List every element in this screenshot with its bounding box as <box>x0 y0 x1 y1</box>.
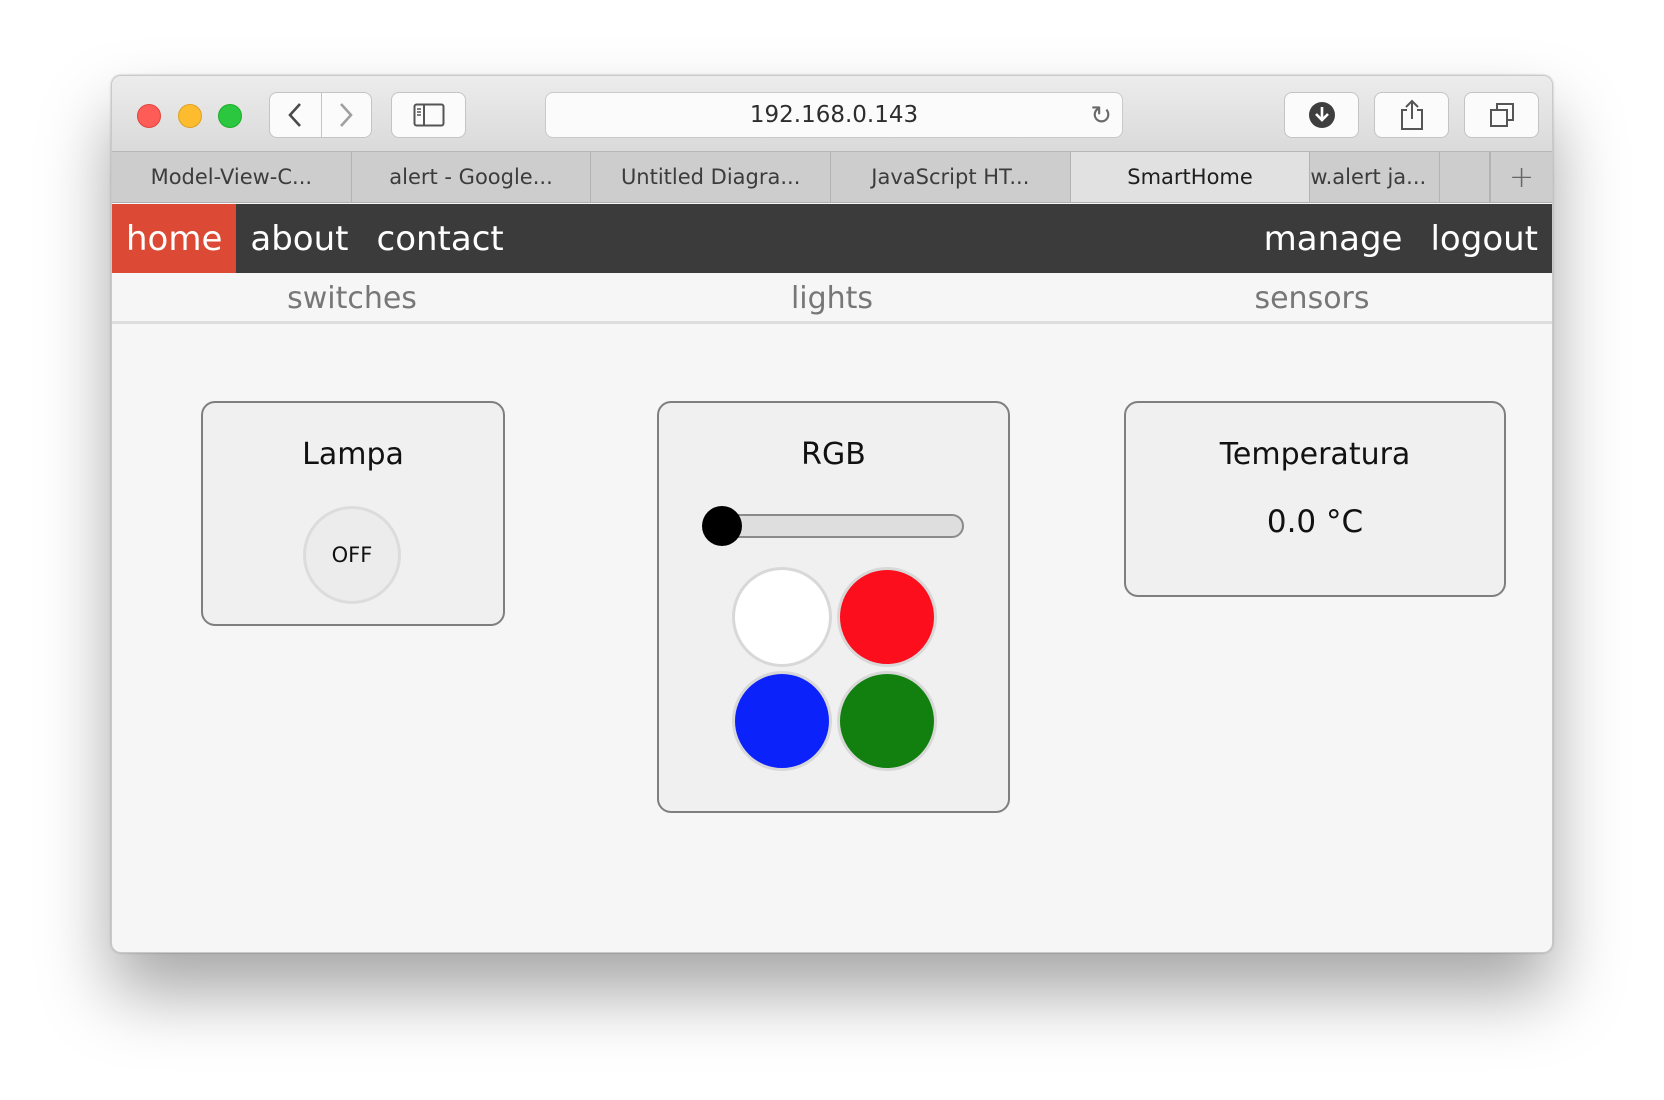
close-window-button[interactable] <box>137 104 161 128</box>
minimize-window-button[interactable] <box>178 104 202 128</box>
color-green-button[interactable] <box>837 671 937 771</box>
color-white-button[interactable] <box>732 567 832 667</box>
address-bar[interactable]: 192.168.0.143 ↻ <box>545 92 1123 138</box>
tab-label: Untitled Diagra... <box>620 165 801 189</box>
tab-label: alert - Google... <box>389 165 553 189</box>
brightness-slider[interactable] <box>702 506 964 546</box>
tab-alert-google[interactable]: alert - Google... <box>352 152 592 202</box>
section-tabs: switches lights sensors <box>112 276 1552 324</box>
reload-icon[interactable]: ↻ <box>1090 101 1112 131</box>
tab-bar-spacer <box>1440 152 1491 202</box>
tab-overview-icon <box>1489 103 1514 127</box>
back-button[interactable] <box>270 93 321 137</box>
tab-smarthome[interactable]: SmartHome <box>1070 152 1311 202</box>
tab-label: JavaScript HT... <box>871 165 1030 189</box>
forward-button[interactable] <box>320 93 372 137</box>
rgb-title: RGB <box>801 437 866 472</box>
tab-window-alert[interactable]: w.alert ja... <box>1310 152 1441 202</box>
temperature-sensor-card: Temperatura 0.0 °C <box>1124 401 1506 597</box>
download-icon <box>1308 102 1335 128</box>
lampa-switch-card: Lampa OFF <box>201 401 505 626</box>
tab-switches[interactable]: switches <box>112 276 592 321</box>
lampa-toggle-button[interactable]: OFF <box>303 506 401 604</box>
address-text: 192.168.0.143 <box>749 102 919 128</box>
color-blue-button[interactable] <box>732 671 832 771</box>
plus-icon: + <box>1509 159 1535 195</box>
nav-contact[interactable]: contact <box>363 204 518 273</box>
tab-lights[interactable]: lights <box>592 276 1072 321</box>
browser-window: 192.168.0.143 ↻ Model-View-C... alert - … <box>111 75 1553 953</box>
browser-toolbar: 192.168.0.143 ↻ <box>112 76 1552 151</box>
tab-label: SmartHome <box>1127 165 1253 189</box>
temperature-value: 0.0 °C <box>1266 504 1364 540</box>
main-navigation: home about contact manage logout <box>112 204 1552 273</box>
nav-manage[interactable]: manage <box>1250 204 1417 273</box>
tab-label: Model-View-C... <box>150 165 313 189</box>
downloads-button[interactable] <box>1284 92 1359 138</box>
nav-about[interactable]: about <box>236 204 362 273</box>
history-nav-group <box>269 92 372 138</box>
toggle-state-label: OFF <box>331 543 373 567</box>
tab-overview-button[interactable] <box>1464 92 1539 138</box>
rgb-light-card: RGB <box>657 401 1010 813</box>
lampa-title: Lampa <box>302 437 404 472</box>
color-red-button[interactable] <box>837 567 937 667</box>
tab-untitled-diagram[interactable]: Untitled Diagra... <box>591 152 832 202</box>
nav-home[interactable]: home <box>112 204 237 273</box>
chevron-right-icon <box>340 103 354 127</box>
tab-javascript[interactable]: JavaScript HT... <box>831 152 1071 202</box>
tab-model-view[interactable]: Model-View-C... <box>112 152 352 202</box>
sidebar-toggle-button[interactable] <box>391 92 466 138</box>
share-icon <box>1400 99 1423 130</box>
zoom-window-button[interactable] <box>218 104 242 128</box>
tab-bar: Model-View-C... alert - Google... Untitl… <box>112 151 1552 203</box>
tab-label: w.alert ja... <box>1310 165 1427 189</box>
new-tab-button[interactable]: + <box>1490 152 1552 202</box>
nav-logout[interactable]: logout <box>1416 204 1552 273</box>
tab-sensors[interactable]: sensors <box>1072 276 1552 321</box>
share-button[interactable] <box>1374 92 1449 138</box>
chevron-left-icon <box>288 103 302 127</box>
sidebar-icon <box>413 103 444 127</box>
slider-handle[interactable] <box>702 506 742 546</box>
temperature-title: Temperatura <box>1219 437 1411 472</box>
